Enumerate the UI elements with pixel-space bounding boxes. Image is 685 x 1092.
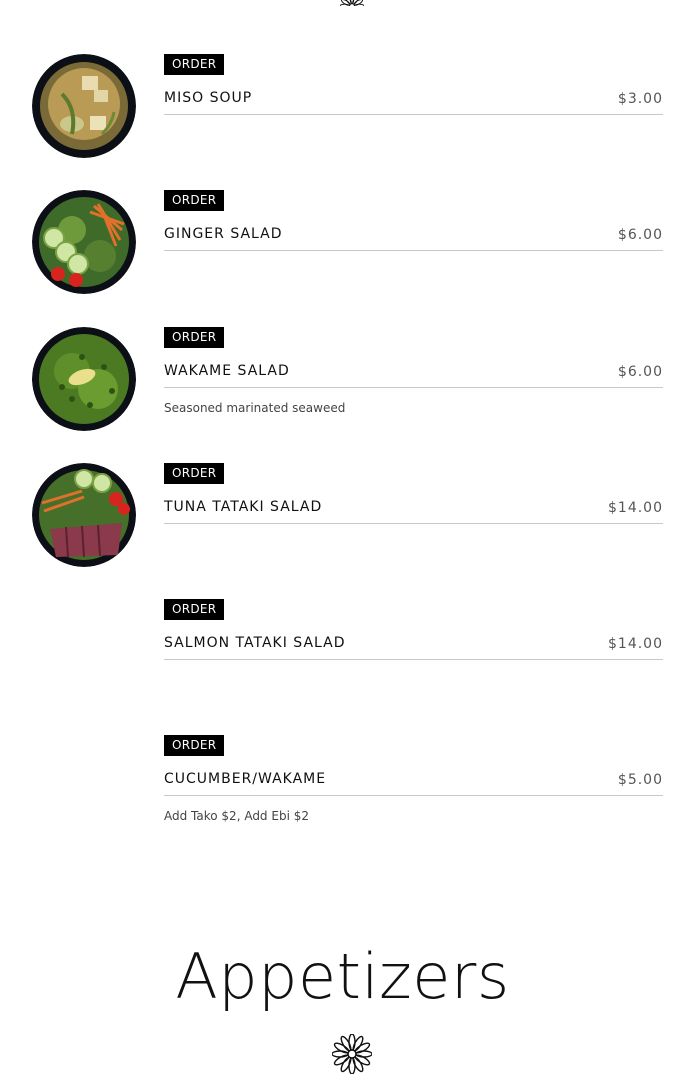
item-description: Add Tako $2, Add Ebi $2 bbox=[164, 809, 309, 823]
tuna-tataki-salad-image bbox=[32, 463, 136, 567]
menu-item-row: SALMON TATAKI SALAD $14.00 bbox=[164, 633, 663, 660]
order-button[interactable]: ORDER bbox=[164, 463, 225, 484]
menu-item-miso-soup: ORDER MISO SOUP $3.00 bbox=[0, 54, 685, 190]
wakame-salad-image bbox=[32, 327, 136, 431]
menu-item-salmon-tataki-salad: ORDER SALMON TATAKI SALAD $14.00 bbox=[0, 599, 685, 735]
item-price: $14.00 bbox=[608, 636, 663, 652]
item-name: MISO SOUP bbox=[164, 90, 253, 106]
item-description: Seasoned marinated seaweed bbox=[164, 401, 346, 415]
menu-item-row: WAKAME SALAD $6.00 bbox=[164, 361, 663, 388]
order-button[interactable]: ORDER bbox=[164, 735, 225, 756]
menu-item-cucumber-wakame: ORDER CUCUMBER/WAKAME $5.00 Add Tako $2,… bbox=[0, 735, 685, 871]
menu-item-row: CUCUMBER/WAKAME $5.00 bbox=[164, 769, 663, 796]
item-price: $6.00 bbox=[617, 227, 663, 243]
order-button[interactable]: ORDER bbox=[164, 54, 225, 75]
menu-item-row: TUNA TATAKI SALAD $14.00 bbox=[164, 497, 663, 524]
item-price: $3.00 bbox=[617, 91, 663, 107]
order-button[interactable]: ORDER bbox=[164, 190, 225, 211]
flower-icon bbox=[340, 0, 364, 6]
menu-item-tuna-tataki-salad: ORDER TUNA TATAKI SALAD $14.00 bbox=[0, 463, 685, 599]
order-button[interactable]: ORDER bbox=[164, 599, 225, 620]
item-price: $5.00 bbox=[617, 772, 663, 788]
item-name: CUCUMBER/WAKAME bbox=[164, 771, 327, 787]
item-name: SALMON TATAKI SALAD bbox=[164, 635, 346, 651]
menu-item-wakame-salad: ORDER WAKAME SALAD $6.00 Seasoned marina… bbox=[0, 327, 685, 463]
section-title-appetizers: Appetizers bbox=[175, 940, 510, 1013]
menu-item-row: MISO SOUP $3.00 bbox=[164, 88, 663, 115]
flower-icon bbox=[331, 1033, 373, 1075]
order-button[interactable]: ORDER bbox=[164, 327, 225, 348]
miso-soup-image bbox=[32, 54, 136, 158]
menu-item-row: GINGER SALAD $6.00 bbox=[164, 224, 663, 251]
menu-item-ginger-salad: ORDER GINGER SALAD $6.00 bbox=[0, 190, 685, 326]
ginger-salad-image bbox=[32, 190, 136, 294]
item-name: WAKAME SALAD bbox=[164, 363, 290, 379]
item-price: $14.00 bbox=[608, 500, 663, 516]
item-name: GINGER SALAD bbox=[164, 226, 283, 242]
item-name: TUNA TATAKI SALAD bbox=[164, 499, 323, 515]
item-price: $6.00 bbox=[617, 364, 663, 380]
